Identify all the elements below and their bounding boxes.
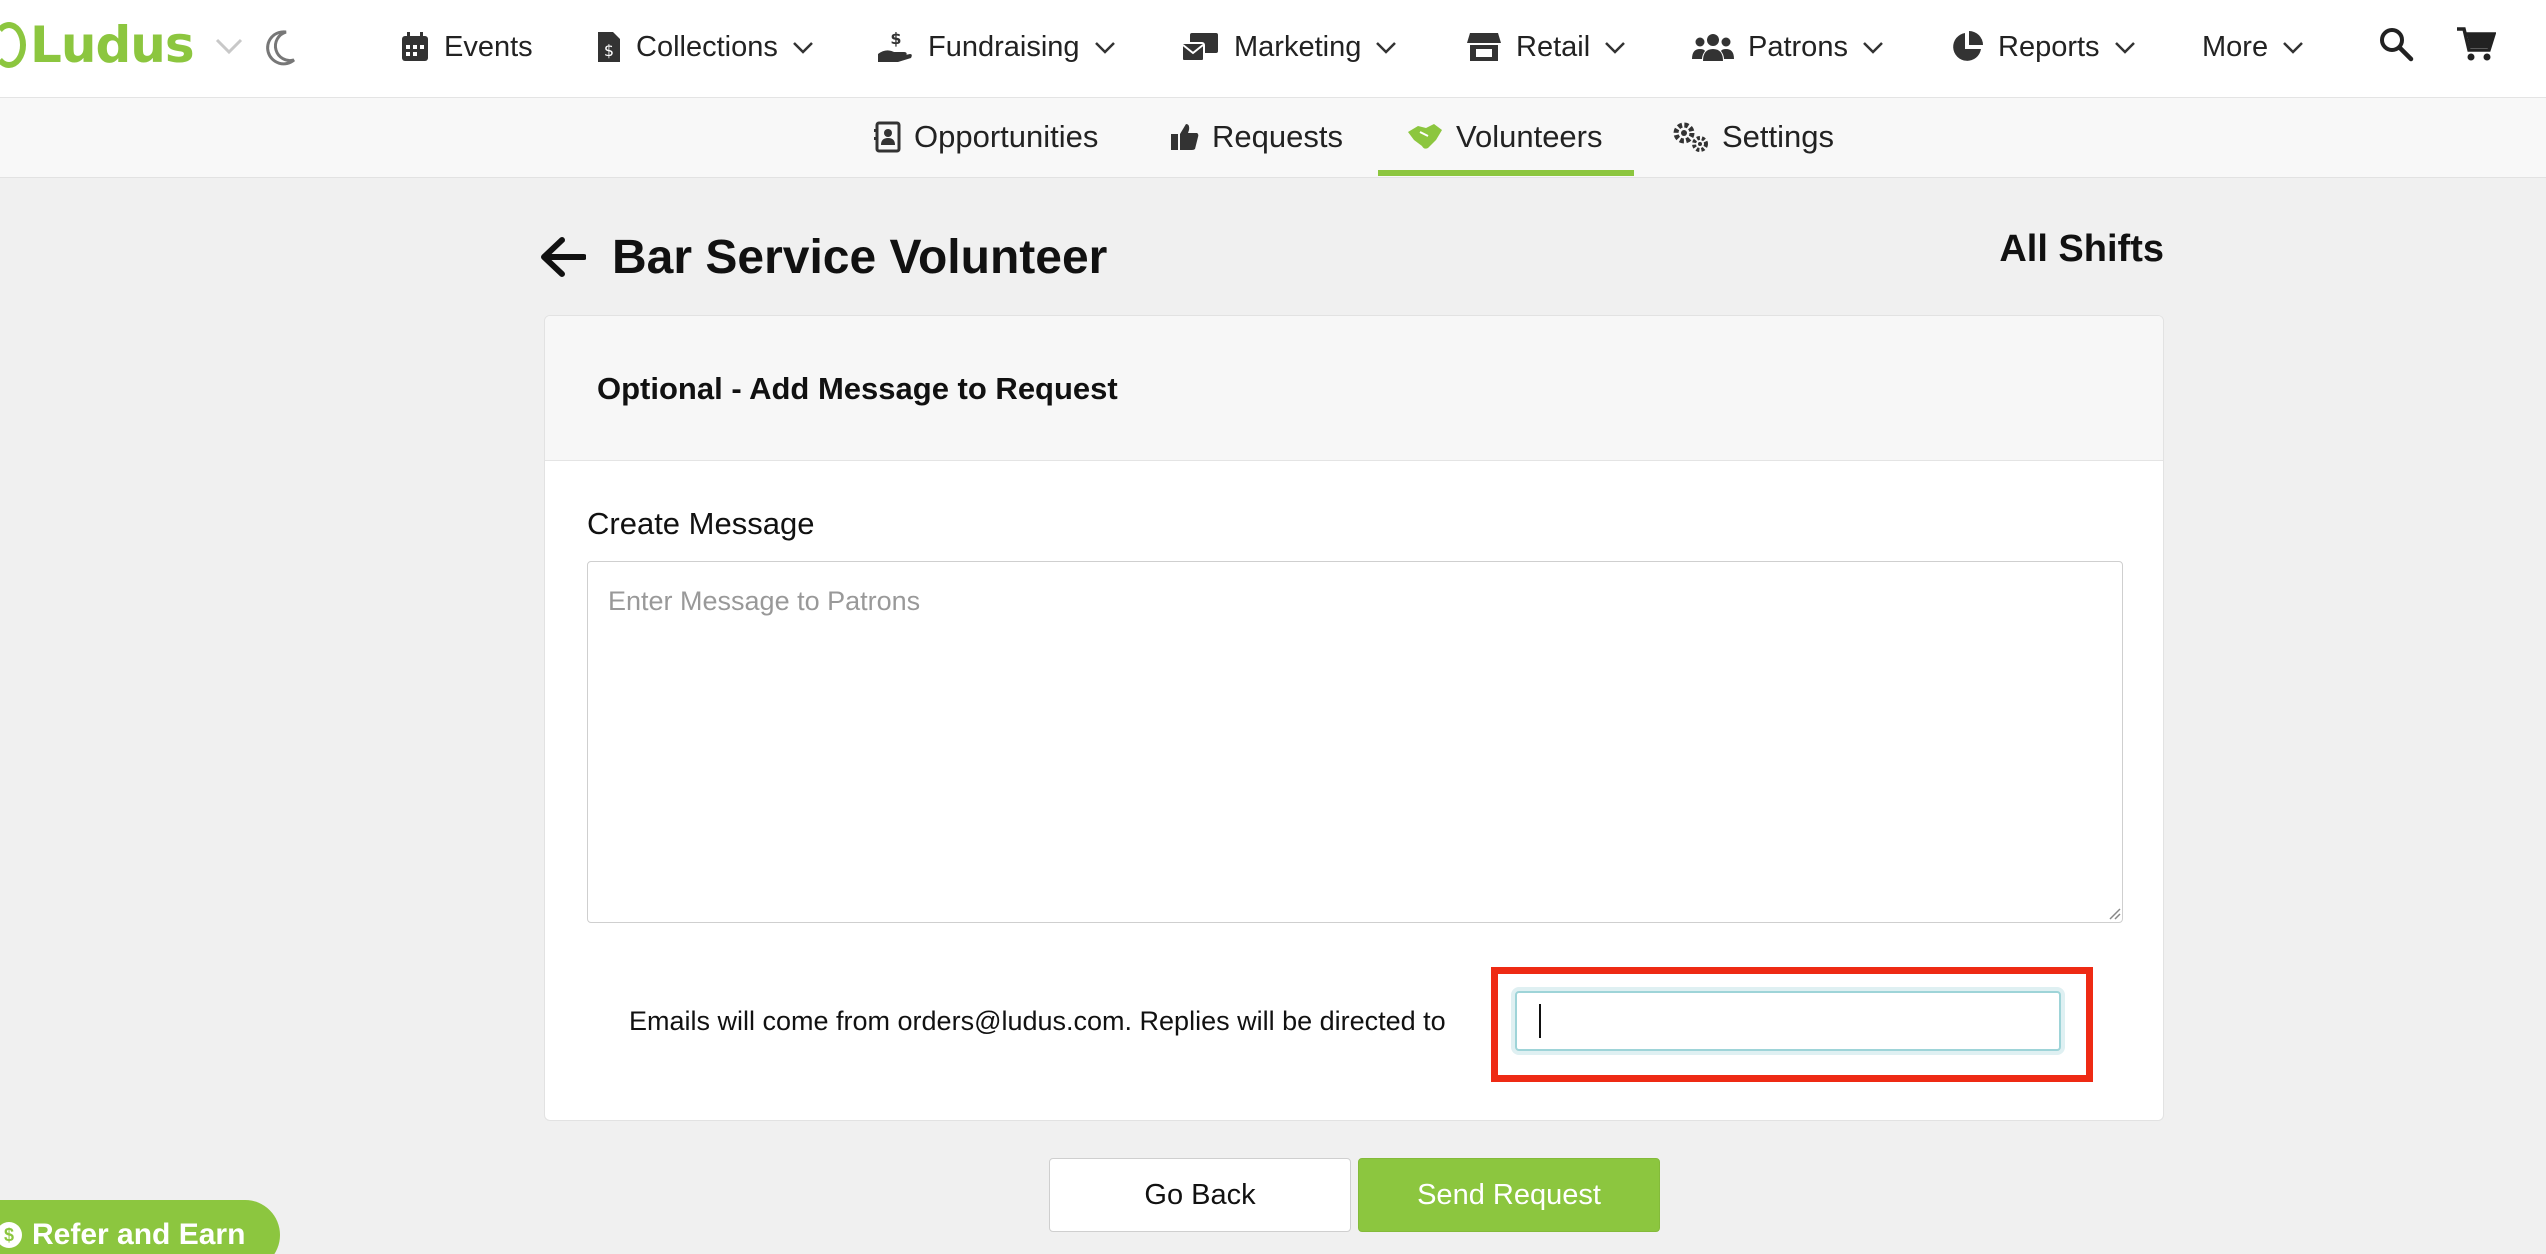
dark-mode-moon-icon[interactable] (262, 28, 298, 68)
shopping-cart-icon[interactable] (2456, 26, 2496, 62)
send-request-button[interactable]: Send Request (1358, 1158, 1660, 1232)
nav-more[interactable]: More (2202, 22, 2304, 72)
chevron-down-icon (792, 42, 813, 54)
dollar-coin-icon: $ (0, 1222, 22, 1248)
chevron-down-icon (1094, 42, 1115, 54)
nav-collections[interactable]: $ Collections (596, 22, 814, 72)
search-icon[interactable] (2378, 26, 2414, 62)
tab-volunteers-label: Volunteers (1456, 119, 1603, 154)
nav-marketing-label: Marketing (1234, 30, 1362, 63)
nav-retail[interactable]: Retail (1466, 22, 1626, 72)
refer-and-earn-label: Refer and Earn (32, 1218, 246, 1251)
top-navigation: Ludus Events $ Collections $ Fundraising… (0, 0, 2546, 98)
chevron-down-icon (1863, 42, 1883, 54)
resize-handle-icon[interactable] (2107, 906, 2121, 920)
card-title: Optional - Add Message to Request (597, 371, 1118, 406)
tab-settings[interactable]: Settings (1672, 112, 1834, 162)
create-message-label: Create Message (587, 506, 815, 541)
store-icon (1467, 33, 1501, 61)
sub-navigation: Opportunities Requests Volunteers Settin… (0, 98, 2546, 178)
address-card-icon (874, 121, 901, 153)
hand-holding-dollar-icon: $ (878, 30, 912, 62)
svg-text:$: $ (890, 30, 901, 48)
users-icon (1692, 34, 1734, 61)
reply-to-email-input[interactable] (1515, 991, 2061, 1051)
tab-requests[interactable]: Requests (1170, 112, 1343, 162)
tab-opportunities[interactable]: Opportunities (874, 112, 1098, 162)
tab-requests-label: Requests (1212, 119, 1343, 154)
cogs-icon (1673, 122, 1708, 152)
nav-fundraising[interactable]: $ Fundraising (876, 22, 1116, 72)
chevron-down-icon (1376, 42, 1397, 54)
svg-text:$: $ (604, 41, 614, 60)
thumbs-up-icon (1171, 124, 1199, 150)
logo-mark-icon (0, 22, 26, 68)
all-shifts-link[interactable]: All Shifts (1999, 228, 2164, 271)
nav-patrons[interactable]: Patrons (1692, 22, 1884, 72)
chevron-down-icon (2283, 42, 2303, 54)
refer-and-earn-button[interactable]: $ Refer and Earn (0, 1200, 280, 1254)
back-arrow-icon[interactable] (540, 236, 586, 278)
message-textarea[interactable] (587, 561, 2123, 923)
card-header: Optional - Add Message to Request (545, 316, 2163, 461)
active-tab-indicator (1378, 170, 1634, 176)
chart-pie-icon (1953, 31, 1983, 61)
text-cursor (1539, 1004, 1541, 1038)
handshake-icon (1408, 124, 1442, 149)
ludus-logo[interactable]: Ludus (0, 16, 195, 74)
logo-text: Ludus (30, 16, 195, 74)
nav-events-label: Events (444, 30, 533, 63)
chevron-down-icon (2114, 42, 2135, 54)
chevron-down-icon[interactable] (214, 36, 244, 56)
invoice-dollar-icon: $ (598, 32, 620, 62)
message-card: Optional - Add Message to Request Create… (544, 315, 2164, 1121)
nav-retail-label: Retail (1516, 30, 1591, 63)
mail-bulk-icon (1181, 33, 1218, 62)
page-title: Bar Service Volunteer (612, 231, 1108, 284)
calendar-icon (402, 32, 428, 61)
tab-volunteers[interactable]: Volunteers (1406, 112, 1603, 162)
chevron-down-icon (1605, 42, 1626, 54)
nav-events[interactable]: Events (400, 22, 533, 72)
nav-reports-label: Reports (1998, 30, 2100, 63)
nav-reports[interactable]: Reports (1950, 22, 2136, 72)
nav-marketing[interactable]: Marketing (1180, 22, 1397, 72)
nav-collections-label: Collections (636, 30, 778, 63)
reply-to-description: Emails will come from orders@ludus.com. … (629, 1006, 1446, 1036)
nav-more-label: More (2202, 30, 2269, 63)
nav-patrons-label: Patrons (1748, 30, 1848, 63)
go-back-button[interactable]: Go Back (1049, 1158, 1351, 1232)
tab-settings-label: Settings (1722, 119, 1835, 154)
nav-fundraising-label: Fundraising (928, 30, 1080, 63)
tab-opportunities-label: Opportunities (914, 119, 1099, 154)
